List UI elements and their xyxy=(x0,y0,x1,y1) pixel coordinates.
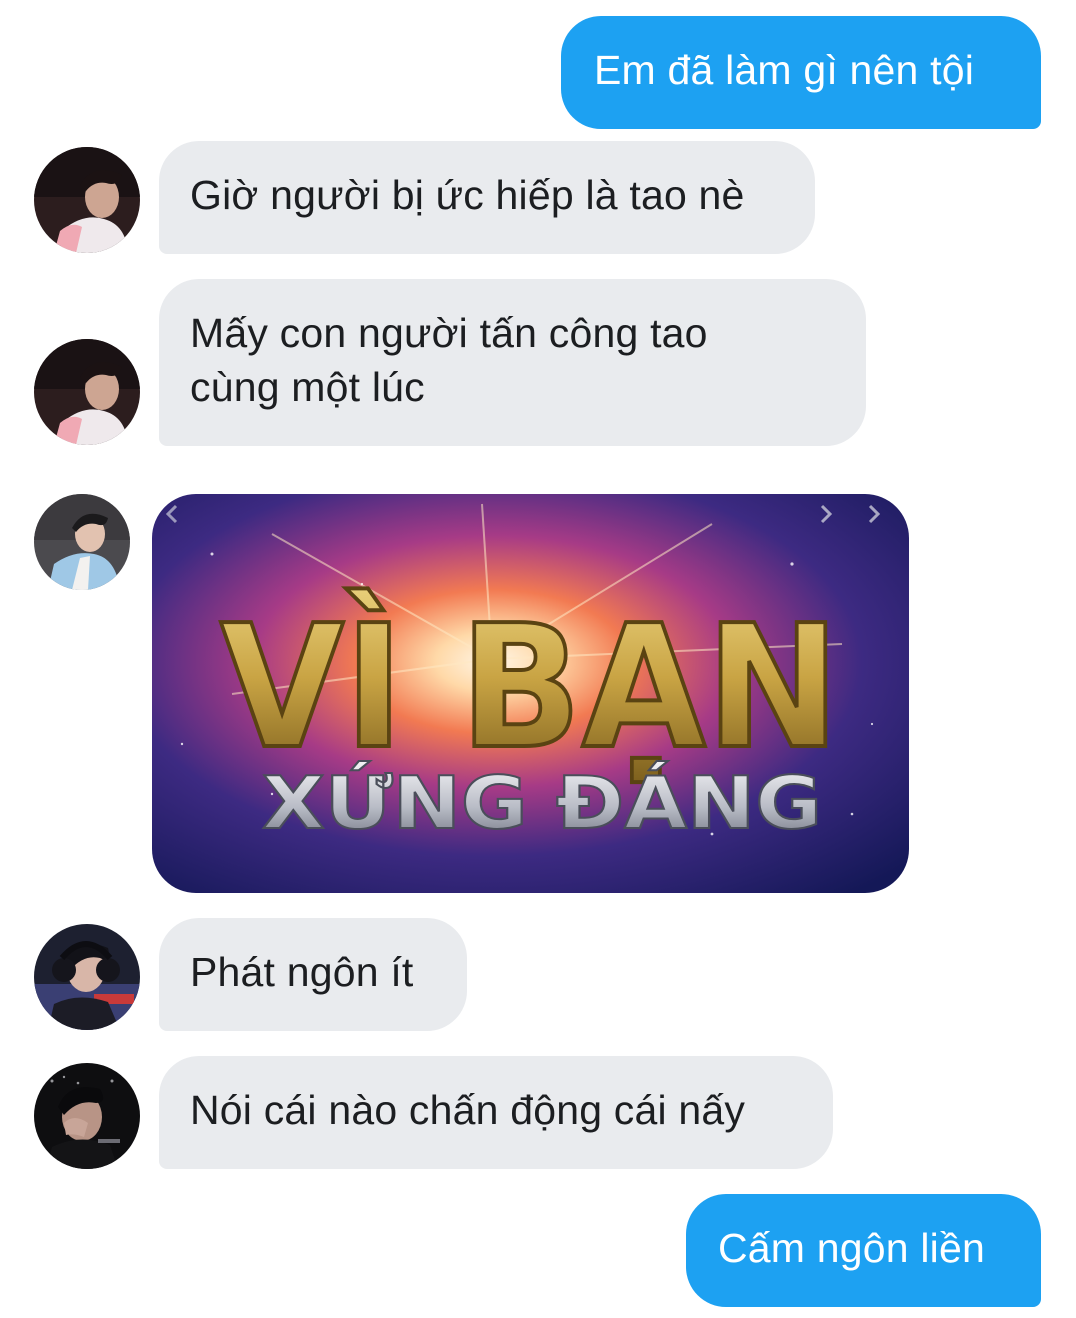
avatar[interactable] xyxy=(34,494,130,590)
avatar-image xyxy=(34,494,130,590)
message-text: Phát ngôn ít xyxy=(190,949,414,995)
message-text: Em đã làm gì nên tội xyxy=(594,47,975,93)
message-text: Giờ người bị ức hiếp là tao nè xyxy=(190,172,745,218)
avatar[interactable] xyxy=(34,1063,140,1169)
avatar[interactable] xyxy=(34,147,140,253)
image-attachment[interactable]: VÌ BẠN XỨNG ĐÁNG xyxy=(152,494,909,893)
avatar-image xyxy=(34,147,140,253)
message-bubble-incoming[interactable]: Mấy con người tấn công tao cùng một lúc xyxy=(159,279,866,446)
avatar-image xyxy=(34,339,140,445)
message-bubble-outgoing[interactable]: Em đã làm gì nên tội xyxy=(561,16,1041,129)
message-bubble-incoming[interactable]: Phát ngôn ít xyxy=(159,918,467,1031)
meme-image: VÌ BẠN XỨNG ĐÁNG xyxy=(152,494,909,893)
avatar[interactable] xyxy=(34,339,140,445)
image-subheadline: XỨNG ĐÁNG xyxy=(262,761,822,845)
message-bubble-incoming[interactable]: Giờ người bị ức hiếp là tao nè xyxy=(159,141,815,254)
image-headline: VÌ BẠN xyxy=(220,588,840,787)
message-text: Nói cái nào chấn động cái nấy xyxy=(190,1087,746,1133)
message-bubble-outgoing[interactable]: Cấm ngôn liền xyxy=(686,1194,1041,1307)
message-text: Cấm ngôn liền xyxy=(718,1225,985,1271)
message-text: Mấy con người tấn công tao cùng một lúc xyxy=(190,310,708,410)
avatar[interactable] xyxy=(34,924,140,1030)
avatar-image xyxy=(34,1063,140,1169)
message-bubble-incoming[interactable]: Nói cái nào chấn động cái nấy xyxy=(159,1056,833,1169)
avatar-image xyxy=(34,924,140,1030)
